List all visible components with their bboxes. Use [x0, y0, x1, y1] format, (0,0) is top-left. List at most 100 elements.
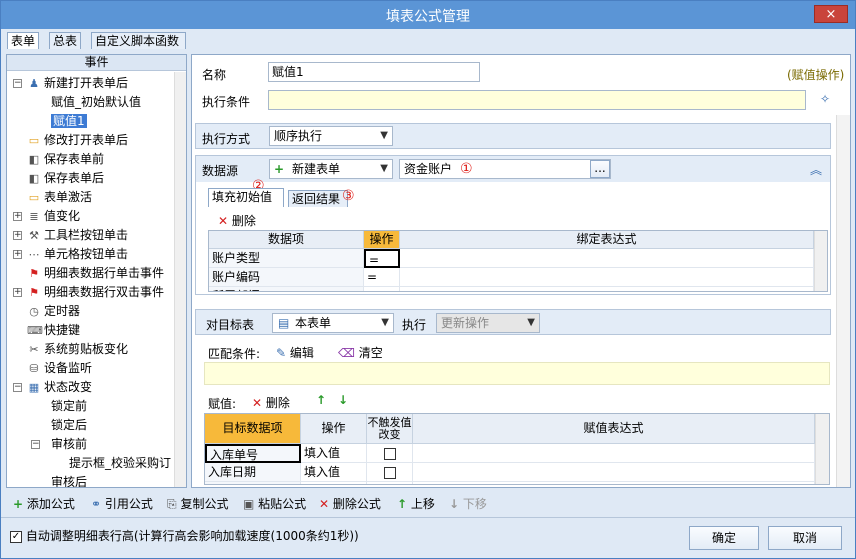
grid2-cell[interactable] [413, 482, 815, 484]
tree-item[interactable]: 赋值1 [51, 112, 87, 131]
delete-icon: ✕ [218, 214, 229, 228]
grid1-cell[interactable]: 账户编码 [209, 268, 364, 287]
datasource-type-select[interactable]: + 新建表单 ▼ [269, 159, 393, 179]
detail-scrollbar[interactable] [836, 115, 850, 487]
grid2-cell[interactable] [413, 444, 815, 463]
tab-summary[interactable]: 总表 [49, 32, 81, 49]
subtab-return-result[interactable]: 返回结果 [288, 190, 348, 207]
tree-item[interactable]: ⌨快捷键 [27, 321, 80, 340]
assign-delete-button[interactable]: ✕ 删除 [252, 394, 290, 411]
exec-select[interactable]: 更新操作 ▼ [436, 313, 540, 333]
arrow-down-icon[interactable]: ↓ [338, 393, 348, 407]
name-label: 名称 [202, 68, 227, 82]
grid1-cell[interactable] [364, 287, 400, 291]
tab-form[interactable]: 表单 [7, 32, 39, 49]
copy-formula-button[interactable]: ⎘ 复制公式 [167, 495, 228, 513]
grid1-col-expr: 绑定表达式 [400, 231, 814, 249]
browse-button[interactable]: ... [590, 160, 610, 178]
tree-item-label: 快捷键 [44, 323, 81, 337]
tree-item[interactable]: 赋值_初始默认值 [51, 93, 141, 112]
grid2-cell[interactable] [413, 463, 815, 482]
tree-item[interactable]: ♟ 新建打开表单后 [27, 74, 128, 93]
move-down-button[interactable]: ↓ 下移 [449, 495, 487, 513]
ref-formula-button[interactable]: ⚭ 引用公式 [91, 495, 153, 513]
checkbox[interactable] [383, 466, 396, 479]
tree-item[interactable]: 锁定前 [51, 397, 87, 416]
tree-item[interactable]: 审核后 [51, 473, 87, 487]
add-formula-button[interactable]: + 添加公式 [13, 495, 75, 513]
exec-mode-select[interactable]: 顺序执行 ▼ [269, 126, 393, 146]
tree-item[interactable]: ▭ 修改打开表单后 [27, 131, 128, 150]
grid1-cell[interactable]: 所属部门 [209, 287, 364, 291]
tree-toggle[interactable]: − [13, 383, 22, 392]
datasource-input[interactable]: 资金账户 ① [399, 159, 611, 179]
tree-item[interactable]: ⋯ 单元格按钮单击 [27, 245, 129, 264]
tree-item[interactable]: ⚒ 工具栏按钮单击 [27, 226, 128, 245]
tree-item[interactable]: ≣ 值变化 [27, 207, 80, 226]
delete-formula-button[interactable]: ✕ 删除公式 [319, 495, 381, 513]
collapse-icon[interactable]: ︽ [810, 161, 822, 178]
match-condition-box[interactable] [204, 362, 830, 385]
grid2-cell[interactable]: 填入值 [301, 444, 367, 463]
grid1-cell[interactable]: = [364, 268, 400, 287]
formula-detail-panel: 名称 赋值1 (赋值操作) 执行条件 ✧ 执行方式 顺序执行 ▼ 数据源 + 新建表… [191, 54, 851, 488]
target-select[interactable]: ▤ 本表单 ▼ [272, 313, 394, 333]
paste-formula-button[interactable]: ▣ 粘贴公式 [243, 495, 306, 513]
cancel-button[interactable]: 取消 [768, 526, 842, 550]
tree-item[interactable]: ◧ 保存表单前 [27, 150, 104, 169]
tree-toggle[interactable]: + [13, 212, 22, 221]
tree-item[interactable]: 审核前 [51, 435, 87, 454]
grid1-cell[interactable] [400, 249, 814, 268]
grid2-cell[interactable] [367, 463, 413, 482]
tree-item[interactable]: ▦ 状态改变 [27, 378, 92, 397]
move-up-button[interactable]: ↑ 上移 [397, 495, 435, 513]
grid2-cell[interactable]: 填入值 [301, 463, 367, 482]
grid2-scrollbar[interactable] [815, 414, 829, 484]
grid1-cell[interactable]: = [364, 249, 400, 268]
checkbox-checked-icon: ✓ [10, 530, 22, 543]
tree-item[interactable]: ◷ 定时器 [27, 302, 80, 321]
grid1-cell[interactable]: 账户类型 [209, 249, 364, 268]
grid1-cell[interactable] [400, 287, 814, 291]
tree-item[interactable]: 锁定后 [51, 416, 87, 435]
tree-item[interactable]: ▭ 表单激活 [27, 188, 92, 207]
wand-icon[interactable]: ✧ [820, 92, 830, 106]
close-button[interactable]: × [814, 5, 848, 23]
tree-item[interactable]: ⚑ 明细表数据行单击事件 [27, 264, 164, 283]
ok-button[interactable]: 确定 [689, 526, 759, 550]
condition-input[interactable] [268, 90, 806, 110]
tree-item[interactable]: ⛁ 设备监听 [27, 359, 92, 378]
grid1-cell[interactable] [400, 268, 814, 287]
subtab-fill-initial[interactable]: 填充初始值 [208, 188, 284, 207]
grid1-delete-button[interactable]: ✕ 删除 [218, 212, 256, 229]
name-input[interactable]: 赋值1 [268, 62, 480, 82]
tree-toggle[interactable]: + [13, 288, 22, 297]
tree-scrollbar[interactable] [174, 72, 186, 487]
grid2-cell[interactable] [367, 482, 413, 484]
grid2-cell[interactable]: 入库单号 [205, 444, 301, 463]
tree-toggle[interactable]: + [13, 250, 22, 259]
save-icon: ◧ [28, 172, 40, 185]
match-clear-button[interactable]: ⌫ 清空 [338, 344, 383, 361]
tree-item[interactable]: ⚑ 明细表数据行双击事件 [27, 283, 164, 302]
arrow-up-icon[interactable]: ↑ [316, 393, 326, 407]
checkbox[interactable] [383, 447, 396, 460]
tree-toggle[interactable]: − [13, 79, 22, 88]
tree-item[interactable]: 提示框_校验采购订 [69, 454, 171, 473]
grid1-scrollbar[interactable] [814, 231, 827, 291]
grid2-cell[interactable]: 填入值 [301, 482, 367, 484]
tree-toggle[interactable]: + [13, 231, 22, 240]
datasource-type-value: 新建表单 [292, 162, 341, 176]
tree-item[interactable]: ✂ 系统剪贴板变化 [27, 340, 128, 359]
exec-mode-section: 执行方式 顺序执行 ▼ [195, 123, 831, 149]
grid2-cell[interactable]: 入库日期 [205, 463, 301, 482]
assign-delete-label: 删除 [265, 396, 290, 410]
auto-row-height-checkbox[interactable]: ✓ 自动调整明细表行高(计算行高会影响加载速度(1000条约1秒)) [10, 527, 359, 545]
datasource-section: 数据源 + 新建表单 ▼ 资金账户 ① ... ︽ ② 填充初始值 返回结果 ③ ✕ … [195, 155, 831, 295]
grid2-cell[interactable]: 供应商 [205, 482, 301, 484]
tree-toggle[interactable]: − [31, 440, 40, 449]
tree-item[interactable]: ◧ 保存表单后 [27, 169, 104, 188]
grid2-cell[interactable] [367, 444, 413, 463]
tab-custom-script[interactable]: 自定义脚本函数 [91, 32, 186, 49]
match-edit-button[interactable]: ✎ 编辑 [276, 344, 314, 361]
